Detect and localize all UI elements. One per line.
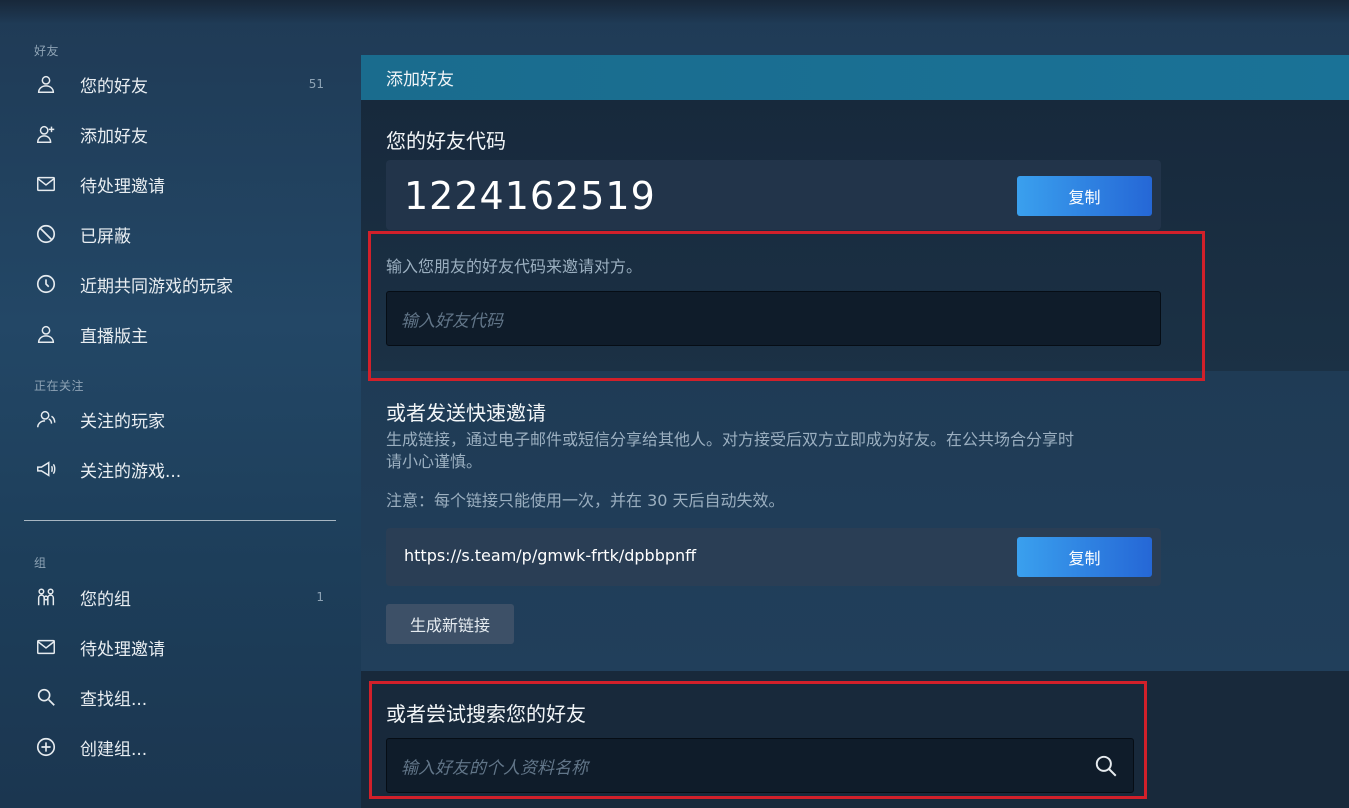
user-followed-icon: [24, 408, 68, 430]
sidebar-item-recent-players[interactable]: 近期共同游戏的玩家: [24, 264, 336, 304]
sidebar-item-broadcast-moderators[interactable]: 直播版主: [24, 314, 336, 354]
friend-code-title: 您的好友代码: [386, 129, 506, 153]
section-title-groups: 组: [34, 556, 47, 570]
block-icon: [24, 223, 68, 245]
plus-circle-icon: [24, 736, 68, 758]
add-friend-panel: 添加好友 您的好友代码 1224162519 复制 输入您朋友的好友代码来邀请对…: [361, 55, 1349, 808]
sidebar-item-label: 您的组: [80, 589, 131, 610]
sidebar-item-group-invites[interactable]: 待处理邀请: [24, 627, 336, 667]
copy-code-button[interactable]: 复制: [1017, 176, 1152, 216]
search-icon: [24, 686, 68, 708]
sidebar-item-followed-games[interactable]: 关注的游戏...: [24, 449, 336, 489]
friend-code-input[interactable]: 输入好友代码: [386, 291, 1161, 346]
sidebar-item-label: 关注的游戏...: [80, 461, 182, 482]
panel-title: 添加好友: [386, 70, 454, 90]
clock-icon: [24, 273, 68, 295]
sidebar-item-label: 直播版主: [80, 326, 148, 347]
invite-hint: 输入您朋友的好友代码来邀请对方。: [386, 257, 643, 276]
invite-link-url: https://s.team/p/gmwk-frtk/dpbbpnff: [404, 546, 697, 565]
section-title-friends: 好友: [34, 44, 60, 58]
friend-search-input[interactable]: 输入好友的个人资料名称: [386, 738, 1134, 793]
quick-invite-desc-line1: 生成链接，通过电子邮件或短信分享给其他人。对方接受后双方立即成为好友。在公共场合…: [386, 430, 1075, 449]
sidebar-divider: [24, 520, 336, 521]
envelope-icon: [24, 636, 68, 658]
sidebar-item-label: 已屏蔽: [80, 226, 131, 247]
sidebar-item-label: 查找组...: [80, 689, 148, 710]
friend-code-placeholder: 输入好友代码: [401, 311, 503, 331]
group-icon: [24, 586, 68, 608]
quick-invite-desc-line2: 请小心谨慎。: [386, 452, 483, 471]
sidebar-item-pending-invites[interactable]: 待处理邀请: [24, 164, 336, 204]
friend-code-box: 1224162519 复制: [386, 160, 1161, 230]
sidebar-item-label: 待处理邀请: [80, 639, 165, 660]
sidebar-item-followed-players[interactable]: 关注的玩家: [24, 399, 336, 439]
user-icon: [24, 73, 68, 95]
friend-code-value: 1224162519: [404, 174, 656, 218]
sidebar-item-create-group[interactable]: 创建组...: [24, 727, 336, 767]
sidebar-item-find-groups[interactable]: 查找组...: [24, 677, 336, 717]
sidebar-item-label: 待处理邀请: [80, 176, 165, 197]
section-title-following: 正在关注: [34, 379, 85, 393]
quick-invite-note: 注意：每个链接只能使用一次，并在 30 天后自动失效。: [386, 491, 785, 510]
invite-link-box: https://s.team/p/gmwk-frtk/dpbbpnff 复制: [386, 528, 1161, 586]
sidebar-item-label: 创建组...: [80, 739, 148, 760]
friends-sidebar: 好友 您的好友 51 添加好友 待处理邀请 已屏蔽 近期共同游戏的玩家 直播版主…: [0, 0, 345, 808]
generate-new-link-button[interactable]: 生成新链接: [386, 604, 514, 644]
user-icon: [24, 323, 68, 345]
copy-link-button[interactable]: 复制: [1017, 537, 1152, 577]
sidebar-item-label: 近期共同游戏的玩家: [80, 276, 233, 297]
sidebar-item-label: 您的好友: [80, 76, 148, 97]
envelope-icon: [24, 173, 68, 195]
group-count: 1: [316, 590, 324, 604]
user-plus-icon: [24, 123, 68, 145]
quick-invite-title: 或者发送快速邀请: [386, 401, 546, 425]
search-icon[interactable]: [1093, 753, 1119, 779]
panel-header: 添加好友: [361, 55, 1349, 100]
sidebar-item-your-friends[interactable]: 您的好友 51: [24, 64, 336, 104]
friend-search-placeholder: 输入好友的个人资料名称: [401, 758, 588, 778]
megaphone-icon: [24, 458, 68, 480]
friend-count: 51: [308, 77, 324, 91]
sidebar-item-label: 添加好友: [80, 126, 148, 147]
sidebar-item-your-groups[interactable]: 您的组 1: [24, 577, 336, 617]
search-title: 或者尝试搜索您的好友: [386, 702, 586, 726]
sidebar-item-add-friend[interactable]: 添加好友: [24, 114, 336, 154]
sidebar-item-blocked[interactable]: 已屏蔽: [24, 214, 336, 254]
sidebar-item-label: 关注的玩家: [80, 411, 165, 432]
